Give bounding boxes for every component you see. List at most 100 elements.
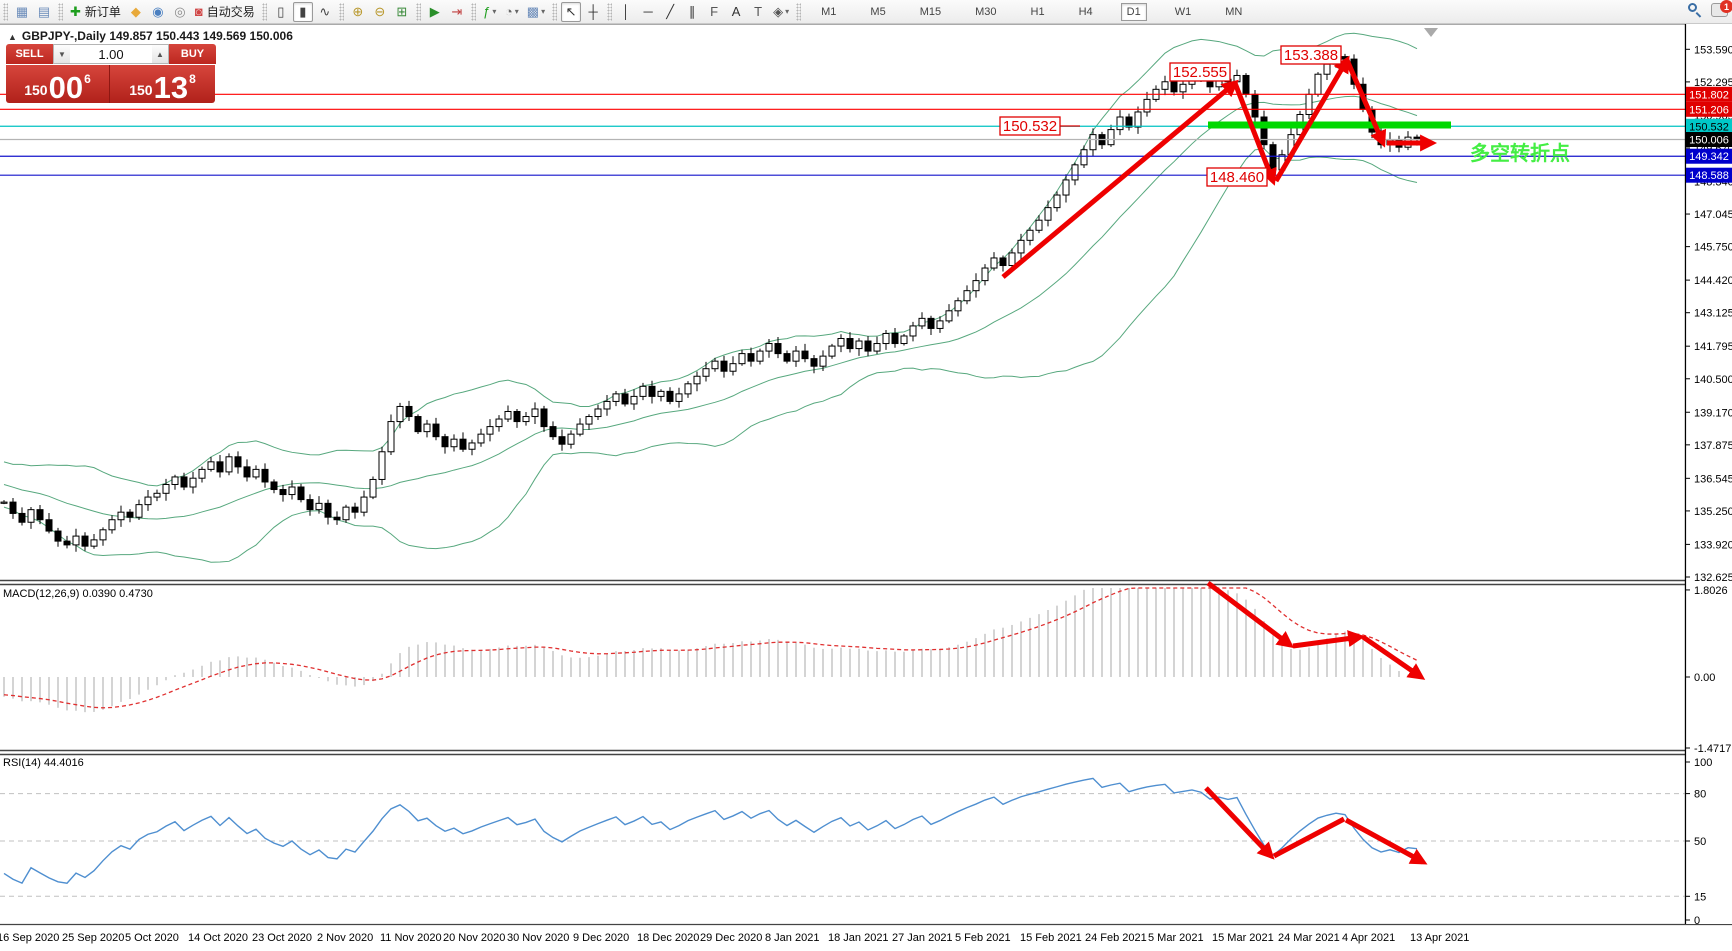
timeframe-h1-button[interactable]: H1	[1025, 3, 1051, 21]
signals-icon: ◎	[174, 4, 186, 19]
line-chart-icon: ∿	[319, 4, 331, 19]
svg-text:0.00: 0.00	[1694, 672, 1715, 684]
svg-text:23 Oct 2020: 23 Oct 2020	[252, 932, 312, 944]
svg-text:137.875: 137.875	[1694, 440, 1732, 452]
toolbar-separator	[552, 2, 558, 21]
rsi-label: RSI(14) 44.4016	[3, 757, 84, 769]
signals-button[interactable]: ◎	[170, 2, 190, 22]
svg-text:150.532: 150.532	[1003, 118, 1057, 135]
svg-text:152.555: 152.555	[1173, 64, 1227, 81]
timeframe-m1-button[interactable]: M1	[815, 3, 842, 21]
svg-text:24 Feb 2021: 24 Feb 2021	[1085, 932, 1147, 944]
volume-decrease-button[interactable]: ▼	[54, 45, 70, 63]
buy-price-button[interactable]: 150 13 8	[110, 65, 215, 103]
one-click-trading-panel: SELL ▼ 1.00 ▲ BUY 150 00 6 150 13 8	[6, 44, 216, 103]
svg-text:50: 50	[1694, 836, 1706, 848]
chart-window[interactable]: 多空转折点 152.555 153.388 150.532 148.460 MACD(12…	[0, 0, 1732, 946]
svg-text:4 Apr 2021: 4 Apr 2021	[1342, 932, 1395, 944]
mql5-community-button[interactable]: ◉	[148, 2, 168, 22]
timeframe-h4-button[interactable]: H4	[1073, 3, 1099, 21]
svg-text:143.125: 143.125	[1694, 308, 1732, 320]
ohlc-open: 149.857	[109, 29, 153, 43]
candlestick-chart-button[interactable]: ▮	[292, 1, 313, 22]
notifications-icon[interactable]: 1	[1711, 0, 1732, 17]
zoom-in-icon: ⊕	[352, 4, 364, 19]
price-annotation-label[interactable]: 153.388	[1280, 45, 1342, 65]
svg-text:30 Nov 2020: 30 Nov 2020	[507, 932, 569, 944]
indicators-dropdown-icon[interactable]: ▾	[492, 7, 496, 16]
indicators-button[interactable]: ƒ ▾	[480, 2, 500, 22]
sell-price-button[interactable]: 150 00 6	[6, 65, 110, 103]
svg-text:5 Feb 2021: 5 Feb 2021	[955, 932, 1011, 944]
svg-text:5 Oct 2020: 5 Oct 2020	[125, 932, 179, 944]
chart-shift-button[interactable]: ⇥	[447, 2, 467, 22]
turning-point-annotation-text[interactable]: 多空转折点	[1470, 141, 1570, 165]
new-order-button[interactable]: ✚ 新订单	[67, 2, 124, 22]
trendline-icon: ╱	[666, 4, 675, 19]
arrows-dropdown-icon[interactable]: ▾	[785, 7, 789, 16]
ohlc-close: 150.006	[249, 29, 293, 43]
svg-text:18 Jan 2021: 18 Jan 2021	[828, 932, 889, 944]
price-annotation-label[interactable]: 148.460	[1206, 167, 1268, 187]
text-label-button[interactable]: T	[748, 2, 768, 22]
vertical-line-button[interactable]: │	[616, 2, 636, 22]
bar-chart-button[interactable]: ▯	[271, 2, 291, 22]
text-button[interactable]: A	[726, 2, 746, 22]
date-axis[interactable]: 16 Sep 2020 25 Sep 2020 5 Oct 2020 14 Oct 2…	[0, 932, 1469, 944]
search-lens	[1688, 3, 1697, 12]
new-chart-button[interactable]: ▦	[12, 2, 32, 22]
timeframe-w1-button[interactable]: W1	[1169, 3, 1198, 21]
svg-text:133.920: 133.920	[1694, 539, 1732, 551]
turning-point-level-bar[interactable]	[1208, 121, 1451, 129]
buy-price-pips: 13	[153, 69, 189, 105]
buy-button[interactable]: BUY	[169, 44, 216, 64]
svg-text:141.795: 141.795	[1694, 341, 1732, 353]
cursor-button[interactable]: ↖	[561, 1, 582, 22]
timeframe-m30-button[interactable]: M30	[969, 3, 1002, 21]
timeframe-d1-button[interactable]: D1	[1120, 2, 1147, 21]
auto-scroll-button[interactable]: ▶	[425, 2, 445, 22]
zoom-in-button[interactable]: ⊕	[348, 2, 368, 22]
fibonacci-icon: F	[710, 4, 719, 19]
svg-text:25 Sep 2020: 25 Sep 2020	[62, 932, 124, 944]
arrows-icon: ◈	[773, 4, 784, 19]
candlestick-chart-icon: ▮	[299, 4, 307, 19]
periods-button[interactable]: ◔ ▾	[502, 2, 522, 22]
new-order-label: 新订单	[84, 5, 121, 19]
volume-input[interactable]: 1.00	[70, 45, 152, 63]
svg-text:15: 15	[1694, 891, 1706, 903]
sell-button[interactable]: SELL	[6, 44, 53, 64]
svg-text:13 Apr 2021: 13 Apr 2021	[1410, 932, 1469, 944]
horizontal-line-button[interactable]: ─	[638, 2, 658, 22]
line-chart-button[interactable]: ∿	[315, 2, 335, 22]
search-icon[interactable]	[1687, 2, 1703, 18]
timeframe-m5-button[interactable]: M5	[864, 3, 891, 21]
tile-windows-button[interactable]: ⊞	[392, 2, 412, 22]
price-axis[interactable]: 153.590152.295150.965149.670148.340147.0…	[1684, 24, 1732, 927]
volume-spinner: ▼ 1.00 ▲	[53, 44, 169, 64]
timeframe-m15-button[interactable]: M15	[914, 3, 947, 21]
sell-price-pips: 00	[48, 69, 84, 105]
fibonacci-button[interactable]: F	[704, 2, 724, 22]
svg-text:150.006: 150.006	[1689, 135, 1729, 147]
timeframe-mn-button[interactable]: MN	[1219, 3, 1248, 21]
templates-dropdown-icon[interactable]: ▾	[541, 7, 545, 16]
equidistant-channel-button[interactable]: ∥	[682, 2, 702, 22]
chart-canvas[interactable]: 多空转折点 152.555 153.388 150.532 148.460 MACD(12…	[0, 0, 1732, 946]
volume-increase-button[interactable]: ▲	[152, 45, 168, 63]
profiles-button[interactable]: ▤	[34, 2, 54, 22]
trendline-button[interactable]: ╱	[660, 2, 680, 22]
toolbar-separator	[338, 2, 344, 21]
price-annotation-label[interactable]: 152.555	[1169, 62, 1231, 82]
auto-trading-button[interactable]: ◙ 自动交易	[192, 2, 258, 22]
svg-text:140.500: 140.500	[1694, 374, 1732, 386]
svg-text:20 Nov 2020: 20 Nov 2020	[443, 932, 505, 944]
collapse-panel-icon[interactable]: ▲	[8, 32, 17, 42]
metaeditor-button[interactable]: ◆	[126, 2, 146, 22]
periods-dropdown-icon[interactable]: ▾	[515, 7, 519, 16]
zoom-out-button[interactable]: ⊖	[370, 2, 390, 22]
crosshair-button[interactable]: ┼	[583, 2, 603, 22]
chart-shift-icon: ⇥	[451, 4, 463, 19]
arrows-button[interactable]: ◈ ▾	[770, 2, 792, 22]
templates-button[interactable]: ▩ ▾	[524, 2, 548, 22]
